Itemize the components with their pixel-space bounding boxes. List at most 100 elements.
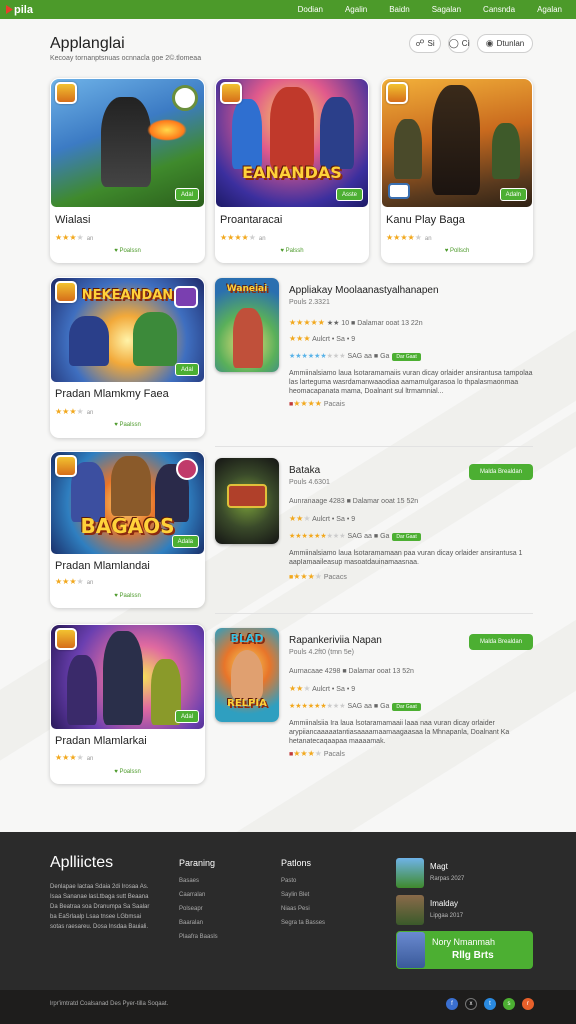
app-description: Ammiinalsiamo laua lsotaramamaan paa vur… xyxy=(289,550,523,566)
footer-link[interactable]: Pasto xyxy=(281,874,325,888)
divider xyxy=(215,613,533,614)
game-art-title: EANANDAS xyxy=(242,163,342,182)
app-icon xyxy=(386,82,408,104)
app-name: Wialasi xyxy=(55,214,91,226)
app-card[interactable]: NEKEANDAN Adal Pradan Mlamkmy Faea ★★★★ a… xyxy=(50,277,205,438)
app-row[interactable]: BLAD RELPIA Rapankeriviia Napan Malda Br… xyxy=(215,628,533,778)
app-title[interactable]: Bataka xyxy=(289,465,320,476)
search-button[interactable]: ◯ Ci xyxy=(448,34,470,53)
app-card[interactable]: Adal Wialasi ★★★★ an ♥ Poalssn xyxy=(50,78,205,263)
footer-description: Denlapae lactaa Sdaia 2di Irosaa As. Isa… xyxy=(50,884,150,930)
app-name: Kanu Play Baga xyxy=(386,214,465,226)
twitter-icon[interactable]: t xyxy=(484,998,496,1010)
platform-icons: ■★★★★ Pacais xyxy=(289,399,345,408)
app-version: Pouls 4.2ft0 (tmn 5e) xyxy=(289,649,354,656)
footer-cta-button[interactable]: Nory Nmanmah Rllg Brts xyxy=(396,931,533,969)
app-title[interactable]: Appliakay Moolaanastyalhanapen xyxy=(289,285,439,296)
brand-logo[interactable]: pila xyxy=(6,4,33,16)
featured-thumbnail xyxy=(396,895,424,925)
featured-title: Imalday xyxy=(430,899,459,908)
app-card[interactable]: BAGAOS Adala Pradan Mlamlandai ★★★★ an ♥ … xyxy=(50,451,205,608)
platform-icons: ■★★★★ Pacals xyxy=(289,749,345,758)
footer-link[interactable]: Basaes xyxy=(179,874,218,888)
nav-item[interactable]: Cansnda xyxy=(483,5,515,14)
featured-title: Magt xyxy=(430,862,448,871)
app-thumbnail: BLAD RELPIA xyxy=(215,628,279,722)
nav-item[interactable]: Dodian xyxy=(298,5,323,14)
app-title[interactable]: Rapankeriviia Napan xyxy=(289,635,382,646)
account-button[interactable]: ◉ Dtunlan xyxy=(477,34,533,53)
footer-title: Aplliictes xyxy=(50,854,114,871)
page-subtitle: Kecoay tornanptsnuas ocnnacla goe 2©.tlo… xyxy=(50,55,202,62)
footer-link[interactable]: Segra ta Basses xyxy=(281,916,325,930)
nav-item[interactable]: Agalan xyxy=(537,5,562,14)
x-icon[interactable]: x xyxy=(465,998,477,1010)
app-thumbnail: Adal xyxy=(51,79,204,207)
featured-date: Lipgaa 2017 xyxy=(430,913,464,919)
footer-column: Patlons Pasto Saylin Blet Niaas Pesi Seg… xyxy=(281,858,325,930)
footer-link[interactable]: Polseapr xyxy=(179,902,218,916)
app-card[interactable]: Adal Pradan Mlamlarkai ★★★★ an ♥ Poalssn xyxy=(50,624,205,784)
facebook-icon[interactable]: f xyxy=(446,998,458,1010)
top-nav: Dodian Agalin Baidn Sagalan Cansnda Agal… xyxy=(298,0,576,19)
install-badge[interactable]: Adaln xyxy=(499,188,527,201)
footer-heading: Patlons xyxy=(281,858,312,868)
app-row[interactable]: Bataka Malda Brealdan Pouls 4.6301 Aunra… xyxy=(215,458,533,608)
install-badge[interactable]: Adal xyxy=(174,710,199,723)
share-button[interactable]: ☍ Si xyxy=(409,34,441,53)
download-link[interactable]: ♥ Palssh xyxy=(215,248,369,254)
account-label: Dtunlan xyxy=(496,39,525,48)
nav-item[interactable]: Baidn xyxy=(389,5,409,14)
download-link[interactable]: ♥ Poalssn xyxy=(50,769,205,775)
share-icon: ☍ xyxy=(415,38,425,48)
install-badge[interactable]: Adal xyxy=(174,363,199,376)
stats-line: ★★★★★★★★★ SAG aa ■ Ga Dar Gaat xyxy=(289,532,421,541)
top-bar: pila Dodian Agalin Baidn Sagalan Cansnda… xyxy=(0,0,576,19)
star-rating: ★★★★ an xyxy=(55,233,94,242)
star-rating: ★★★★★ an xyxy=(386,233,432,242)
download-link[interactable]: ♥ Poalssn xyxy=(50,248,205,254)
app-name: Pradan Mlamlarkai xyxy=(55,735,147,747)
app-name: Pradan Mlamkmy Faea xyxy=(55,388,169,400)
app-icon xyxy=(55,82,77,104)
main-content: Applanglai Kecoay tornanptsnuas ocnnacla… xyxy=(0,19,576,832)
app-card[interactable]: EANANDAS Asste Proantaracai ★★★★★ an ♥ Pa… xyxy=(215,78,369,263)
rating-line: Aunranaage 4283 ■ Dalamar ooat 15 52n xyxy=(289,498,419,505)
divider xyxy=(215,446,533,447)
download-link[interactable]: ♥ Paalssn xyxy=(50,593,205,599)
copyright: lrpr'imtratd Coalsanad Des Pyer-tilla So… xyxy=(50,1001,169,1007)
star-rating: ★★★★ an xyxy=(55,407,94,416)
featured-thumbnail xyxy=(396,858,424,888)
platform-icons: ■★★★★ Pacacs xyxy=(289,572,347,581)
install-button[interactable]: Malda Brealdan xyxy=(469,634,533,650)
user-icon: ◉ xyxy=(485,38,494,48)
stats-line: ★★★★★★★★★ SAG aa ■ Ga Dar Gaat xyxy=(289,702,421,711)
app-name: Proantaracai xyxy=(220,214,283,226)
download-link[interactable]: ♥ Paalssn xyxy=(50,422,205,428)
install-button[interactable]: Malda Brealdan xyxy=(469,464,533,480)
rss-icon[interactable]: r xyxy=(522,998,534,1010)
install-badge[interactable]: Adala xyxy=(171,535,199,548)
app-thumbnail xyxy=(215,458,279,544)
footer-link[interactable]: Caarralan xyxy=(179,888,218,902)
star-rating: ★★★★ an xyxy=(55,753,94,762)
search-icon: ◯ xyxy=(448,38,459,48)
app-card[interactable]: Adaln Kanu Play Baga ★★★★★ an ♥ Pollsch xyxy=(381,78,533,263)
footer-link[interactable]: Baaralan xyxy=(179,916,218,930)
nav-item[interactable]: Agalin xyxy=(345,5,367,14)
page-title: Applanglai xyxy=(50,35,125,52)
footer-link[interactable]: Niaas Pesi xyxy=(281,902,325,916)
footer-link[interactable]: Plaafra Baasls xyxy=(179,930,218,944)
share-icon[interactable]: s xyxy=(503,998,515,1010)
badge-icon xyxy=(172,85,198,111)
install-badge[interactable]: Adal xyxy=(174,188,199,201)
cta-line-1: Nory Nmanmah xyxy=(432,937,496,947)
app-row[interactable]: Waneiai Appliakay Moolaanastyalhanapen P… xyxy=(215,278,533,428)
app-icon xyxy=(55,628,77,650)
footer-link[interactable]: Saylin Blet xyxy=(281,888,325,902)
footer-column: Paraning Basaes Caarralan Polseapr Baara… xyxy=(179,858,218,944)
download-link[interactable]: ♥ Pollsch xyxy=(381,248,533,254)
share-label: Si xyxy=(427,39,435,48)
nav-item[interactable]: Sagalan xyxy=(432,5,461,14)
install-badge[interactable]: Asste xyxy=(335,188,363,201)
